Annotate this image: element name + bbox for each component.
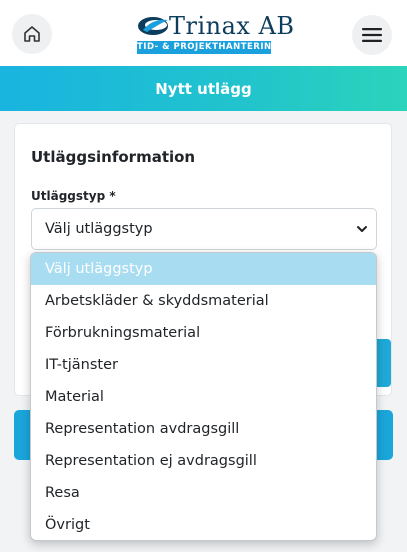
home-icon [24, 26, 40, 42]
logo-tagline: TID- & PROJEKTHANTERING [137, 41, 280, 54]
menu-button[interactable] [352, 15, 392, 55]
dropdown-option[interactable]: IT-tjänster [31, 349, 376, 381]
expense-type-select[interactable]: Välj utläggstyp [31, 208, 377, 250]
app-header: Trinax AB TID- & PROJEKTHANTERING [0, 0, 407, 66]
hamburger-menu-icon [362, 28, 382, 42]
dropdown-option[interactable]: Representation avdragsgill [31, 413, 376, 445]
expense-type-label: Utläggstyp * [31, 189, 116, 203]
company-logo: Trinax AB TID- & PROJEKTHANTERING [137, 12, 294, 56]
card-action-button[interactable] [377, 339, 391, 387]
dropdown-option[interactable]: Förbrukningsmaterial [31, 317, 376, 349]
dropdown-option[interactable]: Resa [31, 477, 376, 509]
expense-type-dropdown-list: Välj utläggstyp Arbetskläder & skyddsmat… [30, 252, 377, 541]
chevron-down-icon [357, 226, 367, 232]
expense-type-selected-value: Välj utläggstyp [45, 221, 153, 237]
home-button[interactable] [12, 14, 52, 54]
dropdown-option[interactable]: Övrigt [31, 509, 376, 540]
dropdown-option[interactable]: Arbetskläder & skyddsmaterial [31, 285, 376, 317]
dropdown-option[interactable]: Välj utläggstyp [31, 253, 376, 285]
logo-wordmark: Trinax AB [169, 12, 295, 40]
page-title-bar: Nytt utlägg [0, 66, 407, 111]
dropdown-option[interactable]: Material [31, 381, 376, 413]
section-title: Utläggsinformation [31, 148, 196, 166]
dropdown-option[interactable]: Representation ej avdragsgill [31, 445, 376, 477]
logo-swoosh-icon [138, 17, 168, 35]
page-title: Nytt utlägg [155, 79, 252, 98]
